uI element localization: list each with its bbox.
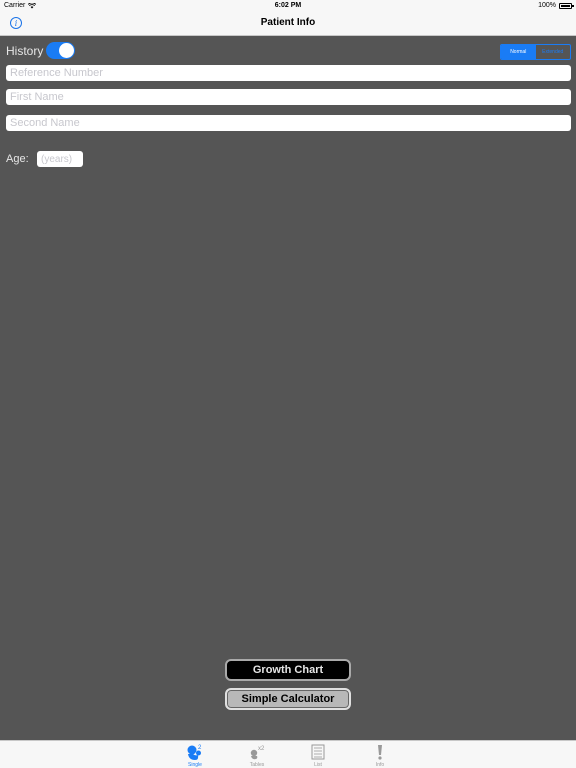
history-toggle[interactable] xyxy=(46,42,75,59)
battery-icon xyxy=(559,2,574,9)
age-label: Age: xyxy=(6,153,29,165)
segment-extended[interactable]: Extended xyxy=(536,45,571,59)
segment-normal[interactable]: Normal xyxy=(501,45,536,59)
tab-info-label: Info xyxy=(375,762,385,768)
first-name-input[interactable] xyxy=(6,89,571,105)
age-input[interactable] xyxy=(37,151,83,167)
svg-text:2: 2 xyxy=(198,745,202,751)
battery-group: 100% xyxy=(538,2,574,9)
simple-calculator-button[interactable]: Simple Calculator xyxy=(225,688,351,710)
toggle-knob xyxy=(59,43,74,58)
list-icon xyxy=(309,743,327,761)
navigation-bar: i Patient Info xyxy=(0,12,576,36)
tab-single-label: Single xyxy=(188,762,202,768)
tab-single[interactable]: 2 Single xyxy=(165,741,225,768)
tab-list-label: List xyxy=(314,762,322,768)
tab-list[interactable]: List xyxy=(288,741,348,768)
second-name-input[interactable] xyxy=(6,115,571,131)
battery-percent: 100% xyxy=(538,2,556,9)
tab-info[interactable]: Info xyxy=(350,741,410,768)
status-bar: Carrier 6:02 PM 100% xyxy=(0,0,576,12)
history-label: History xyxy=(6,44,44,58)
tab-tables[interactable]: x2 Tables xyxy=(227,741,287,768)
growth-chart-button[interactable]: Growth Chart xyxy=(225,659,351,681)
status-time: 6:02 PM xyxy=(274,2,302,9)
single-icon: 2 xyxy=(186,743,204,761)
tab-bar: 2 Single x2 Tables List Info xyxy=(0,740,576,768)
mode-segmented-control: Normal Extended xyxy=(500,44,571,60)
svg-text:x2: x2 xyxy=(258,746,265,752)
tables-icon: x2 xyxy=(248,743,266,761)
page-title: Patient Info xyxy=(260,17,316,28)
reference-number-input[interactable] xyxy=(6,65,571,81)
info-exclamation-icon xyxy=(371,743,389,761)
tab-tables-label: Tables xyxy=(249,762,265,768)
